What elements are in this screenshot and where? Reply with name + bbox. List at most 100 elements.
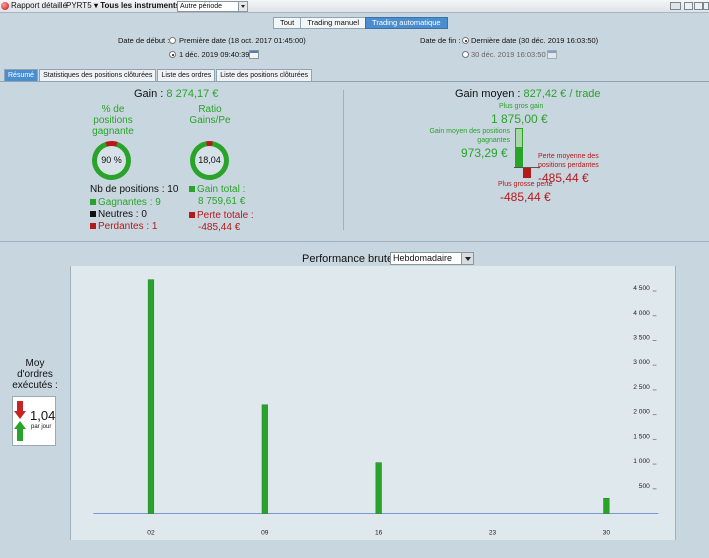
report-title: Rapport détaillé [11,1,68,10]
legend-neutral-swatch [90,211,96,217]
avg-win-label: Gain moyen des positions gagnantes [422,127,510,145]
tab-divider [0,81,709,82]
start-first-date-option: Première date (18 oct. 2017 01:45:00) [179,36,306,45]
report-tabs: Résumé Statistiques des positions clôtur… [4,69,313,81]
legend-losing-swatch [90,223,96,229]
y-tick-label: 1 000 [633,458,650,465]
instruments-filter-label: Tous les instruments [100,1,181,10]
calendar-icon[interactable] [249,50,259,59]
app-logo-icon [1,2,9,10]
orders-per-day-widget: 1,04 par jour [12,396,56,446]
bar [375,462,382,514]
frequency-select-value: Hebdomadaire [393,253,453,263]
avg-win-bar [515,147,523,168]
total-gain-label: Gain total : [189,184,245,195]
bar [261,404,268,514]
start-first-date-radio[interactable] [169,37,176,44]
summary-divider [343,90,344,230]
mode-all-button[interactable]: Tout [273,17,302,29]
chevron-down-icon[interactable] [461,253,473,264]
instruments-filter[interactable]: ▾ Tous les instruments [94,1,180,10]
biggest-gain-bar [515,128,523,148]
pct-winning-donut: 90 % [86,135,137,186]
chart-title: Performance brute [302,253,394,265]
chevron-down-icon[interactable] [238,2,247,11]
winning-count: Gagnantes : 9 [90,197,161,208]
minimize-icon[interactable] [684,2,693,10]
orders-average-label-line: Moy [25,358,45,369]
pct-winning-title-line: positions [93,115,133,126]
y-tick-label: 4 000 [633,310,650,317]
maximize-icon[interactable] [694,2,703,10]
ratio-title-line: Gains/Pe [189,115,231,126]
pct-winning-title-line: % de [101,104,125,115]
x-tick-label: 02 [147,529,155,536]
end-last-date-radio[interactable] [462,37,469,44]
total-gain-swatch [189,186,195,192]
x-tick-label: 09 [261,529,269,536]
trading-mode-toggle: Tout Trading manuel Trading automatique [273,17,448,29]
pct-winning-value: 90 % [97,146,126,175]
losing-count-text: Perdantes : 1 [98,221,158,232]
avg-win-value: 973,29 € [461,146,508,160]
print-icon[interactable] [670,2,681,10]
ratio-title: Ratio Gains/Pe [188,104,232,126]
y-tick-label: 2 500 [633,384,650,391]
avg-loss-label-line: Perte moyenne des [538,153,599,160]
tab-summary[interactable]: Résumé [4,69,39,81]
period-select[interactable]: Autre période [177,1,248,12]
ratio-donut: 18,04 [186,137,233,184]
biggest-loss-value: -485,44 € [500,190,551,204]
end-last-date-option: Dernière date (30 déc. 2019 16:03:50) [471,36,599,45]
avg-loss-label-line: positions perdantes [538,162,599,169]
orders-per-day-value: 1,04 [30,408,56,423]
winning-count-text: Gagnantes : 9 [98,197,161,208]
tab-closed-positions-list[interactable]: Liste des positions clôturées [216,69,313,81]
start-date-label: Date de début : [118,36,170,45]
calendar-icon[interactable] [547,50,557,59]
gain-summary: Gain : 8 274,17 € [134,88,218,100]
orders-average-label-line: d'ordres [17,369,53,380]
orders-average-label-line: exécutés : [12,380,58,391]
ratio-title-line: Ratio [198,104,222,115]
x-tick-label: 23 [489,529,497,536]
average-gain-summary: Gain moyen : 827,42 € / trade [455,88,601,100]
neutral-count: Neutres : 0 [90,209,147,220]
start-custom-date-radio[interactable] [169,51,176,58]
tab-orders-list[interactable]: Liste des ordres [157,69,216,81]
y-tick-label: 3 000 [633,359,650,366]
period-select-value: Autre période [180,3,223,10]
mode-manual-button[interactable]: Trading manuel [300,17,367,29]
biggest-loss-label: Plus grosse perte [498,181,553,188]
pct-winning-title-line: gagnante [92,126,134,137]
start-custom-date-value[interactable]: 1 déc. 2019 09:40:39 [179,50,249,59]
total-loss-value: -485,44 € [198,222,241,233]
bar [603,497,610,514]
instrument-name: PYRT5 [66,1,92,10]
x-tick-label: 30 [603,529,611,536]
performance-chart: 500 1 000 1 500 2 000 2 500 3 000 3 500 4 000 4 … [70,266,676,540]
pct-winning-title: % de positions gagnante [90,104,136,137]
orders-average-label: Moy d'ordres exécutés : [0,358,70,391]
gain-value: 8 274,17 € [166,88,219,100]
losing-count: Perdantes : 1 [90,221,157,232]
x-tick-label: 16 [375,529,383,536]
close-icon[interactable] [703,2,709,10]
title-bar: Rapport détaillé PYRT5 ▾ Tous les instru… [0,0,709,13]
end-custom-date-radio[interactable] [462,51,469,58]
orders-per-day-unit: par jour [31,424,52,430]
frequency-select[interactable]: Hebdomadaire [390,252,474,265]
avg-loss-label: Perte moyenne des positions perdantes [538,152,599,170]
total-gain-label-text: Gain total : [197,184,246,195]
performance-chart-svg: 500 1 000 1 500 2 000 2 500 3 000 3 500 4 000 4 … [93,279,659,536]
average-gain-value: 827,42 € / trade [523,88,601,100]
section-divider [0,241,709,242]
legend-winning-swatch [90,199,96,205]
end-custom-date-value[interactable]: 30 déc. 2019 16:03:50 [471,50,546,59]
ratio-value: 18,04 [195,146,224,175]
gain-label: Gain : [134,88,164,100]
mode-automatic-button[interactable]: Trading automatique [365,17,448,29]
average-gain-label: Gain moyen : [455,88,521,100]
tab-closed-positions-stats[interactable]: Statistiques des positions clôturées [39,69,157,81]
y-tick-label: 4 500 [633,285,650,292]
